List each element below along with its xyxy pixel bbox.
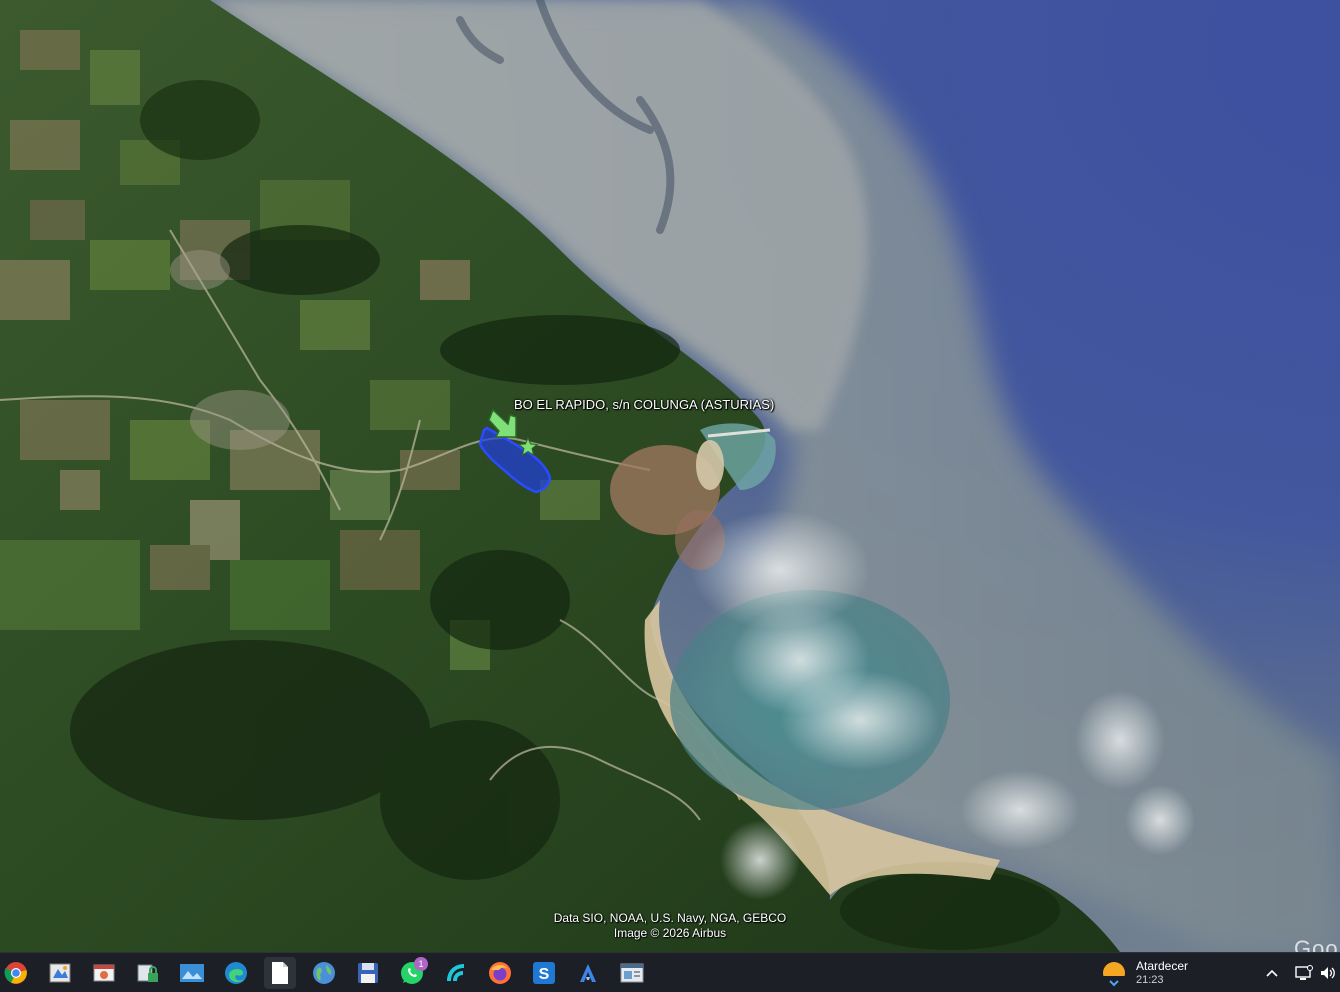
taskbar-paint[interactable] xyxy=(44,957,76,989)
chevron-up-icon xyxy=(1266,969,1278,977)
paint-icon xyxy=(49,963,71,983)
taskbar-gallery[interactable] xyxy=(176,957,208,989)
photos-icon xyxy=(93,964,115,982)
whatsapp-badge: 1 xyxy=(414,957,428,971)
map-viewport[interactable]: BO EL RAPIDO, s/n COLUNGA (ASTURIAS) Dat… xyxy=(0,0,1340,952)
taskbar-globe[interactable] xyxy=(308,957,340,989)
a-app-icon xyxy=(580,964,596,982)
globe-icon xyxy=(313,962,335,984)
google-logo: Goo xyxy=(1294,936,1339,952)
window-app-icon xyxy=(620,963,644,983)
satellite-map[interactable] xyxy=(0,0,1340,952)
taskbar-whatsapp[interactable]: 1 xyxy=(396,957,428,989)
wave-app-icon xyxy=(447,964,464,981)
taskbar-a-app[interactable] xyxy=(572,957,604,989)
placemark-label[interactable]: BO EL RAPIDO, s/n COLUNGA (ASTURIAS) xyxy=(514,397,774,412)
network-icon xyxy=(1295,965,1313,980)
weather-label: Atardecer xyxy=(1136,959,1189,973)
save-icon xyxy=(358,963,378,983)
taskbar-document[interactable] xyxy=(264,957,296,989)
taskbar-vpn[interactable] xyxy=(132,957,164,989)
taskbar-window-app[interactable] xyxy=(616,957,648,989)
edge-icon xyxy=(225,962,247,984)
attribution-image: Image © 2026 Airbus xyxy=(613,926,727,940)
taskbar-chrome[interactable] xyxy=(0,957,32,989)
svg-text:S: S xyxy=(539,966,550,983)
clock-time: 21:23 xyxy=(1136,974,1164,986)
sunset-icon xyxy=(1102,962,1126,987)
taskbar: 1 S Atardecer 21:23 xyxy=(0,952,1340,992)
tray-volume[interactable] xyxy=(1318,963,1338,983)
weather-widget[interactable]: Atardecer 21:23 xyxy=(1100,957,1188,989)
taskbar-wave-app[interactable] xyxy=(440,957,472,989)
taskbar-photos[interactable] xyxy=(88,957,120,989)
taskbar-firefox[interactable] xyxy=(484,957,516,989)
tray-network[interactable] xyxy=(1294,963,1314,983)
attribution-data: Data SIO, NOAA, U.S. Navy, NGA, GEBCO xyxy=(553,911,787,925)
volume-icon xyxy=(1321,967,1335,979)
taskbar-edge[interactable] xyxy=(220,957,252,989)
tray-chevron[interactable] xyxy=(1262,963,1282,983)
firefox-icon xyxy=(489,962,511,984)
chrome-icon xyxy=(4,962,27,984)
gallery-icon xyxy=(180,964,204,982)
taskbar-s-app[interactable]: S xyxy=(528,957,560,989)
taskbar-save[interactable] xyxy=(352,957,384,989)
s-app-icon: S xyxy=(533,962,555,984)
vpn-icon xyxy=(137,964,158,982)
document-icon xyxy=(272,962,288,984)
